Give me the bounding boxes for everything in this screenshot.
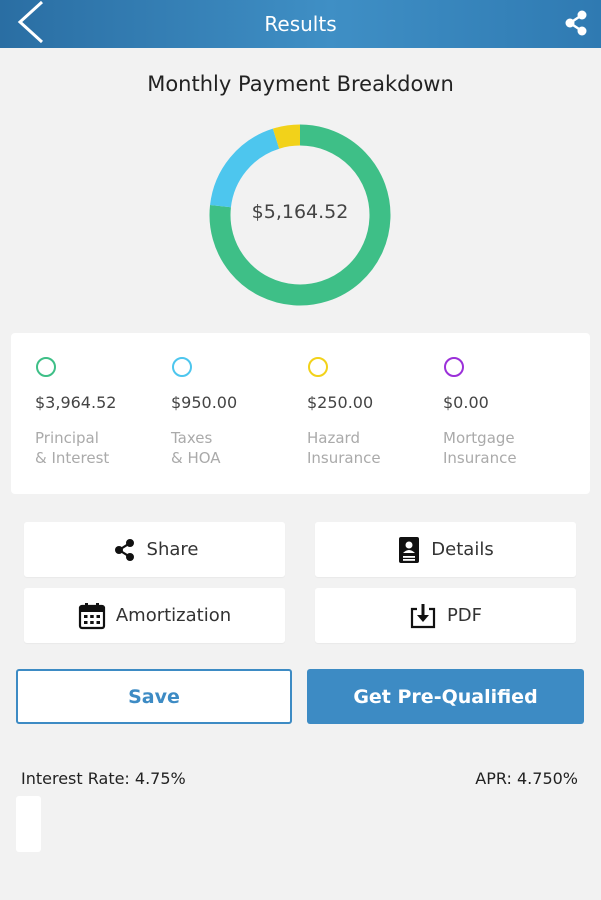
download-icon xyxy=(410,603,436,628)
legend-value: $250.00 xyxy=(307,393,374,412)
legend-value: $950.00 xyxy=(171,393,238,412)
details-button[interactable]: Details xyxy=(315,522,576,577)
top-bar: Results xyxy=(0,0,601,48)
legend-color-ring xyxy=(308,357,328,377)
legend-card: $3,964.52 Principal & Interest $950.00 Ta… xyxy=(11,333,590,494)
page-title: Results xyxy=(264,12,337,36)
donut-total: $5,164.52 xyxy=(251,201,349,223)
donut-slice-taxes-hoa xyxy=(210,128,280,208)
pdf-label: PDF xyxy=(446,605,483,626)
legend-label: Hazard Insurance xyxy=(307,429,381,467)
details-label: Details xyxy=(431,539,494,560)
share-label: Share xyxy=(146,539,199,560)
apr-text: APR: 4.750% xyxy=(475,769,578,788)
legend-color-ring xyxy=(444,357,464,377)
get-pre-qualified-button[interactable]: Get Pre-Qualified xyxy=(307,669,584,724)
document-icon xyxy=(399,536,420,563)
legend-color-ring xyxy=(36,357,56,377)
pdf-button[interactable]: PDF xyxy=(315,588,576,643)
legend-value: $0.00 xyxy=(443,393,489,412)
share-icon xyxy=(114,538,134,561)
interest-rate-text: Interest Rate: 4.75% xyxy=(21,769,186,788)
legend-color-ring xyxy=(172,357,192,377)
share-button[interactable]: Share xyxy=(24,522,285,577)
donut-slice-hazard-insurance xyxy=(272,124,301,149)
legend-label: Principal & Interest xyxy=(35,429,110,467)
legend-label: Mortgage Insurance xyxy=(443,429,517,467)
empty-panel xyxy=(16,796,41,852)
back-arrow-icon[interactable] xyxy=(6,0,50,44)
share-icon[interactable] xyxy=(561,8,591,38)
calendar-icon xyxy=(78,602,105,629)
save-button[interactable]: Save xyxy=(16,669,292,724)
chart-title: Monthly Payment Breakdown xyxy=(147,72,454,96)
legend-value: $3,964.52 xyxy=(35,393,117,412)
legend-label: Taxes & HOA xyxy=(171,429,221,467)
amortization-button[interactable]: Amortization xyxy=(24,588,285,643)
amortization-label: Amortization xyxy=(115,605,232,626)
